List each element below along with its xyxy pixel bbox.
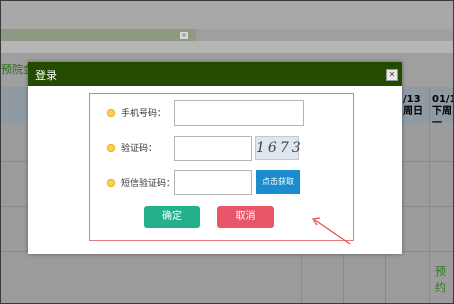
required-dot-icon <box>107 108 115 117</box>
background-date-column: 01/1 下周一 <box>432 94 453 130</box>
captcha-row-label: 验证码： <box>107 143 157 155</box>
cancel-button[interactable]: 取消 <box>217 206 274 228</box>
captcha-image[interactable]: 1673 <box>255 136 301 160</box>
sms-row-label: 短信验证码： <box>107 178 175 190</box>
captcha-input[interactable] <box>174 136 252 161</box>
phone-row-label: 手机号码： <box>107 108 166 120</box>
background-reserve-link: 预约 <box>435 265 446 294</box>
background-close-icon: × <box>180 32 188 39</box>
required-dot-icon <box>107 178 115 187</box>
background-top-area <box>1 1 453 29</box>
phone-label: 手机号码： <box>121 109 167 119</box>
background-date-weekday: 周日 <box>403 106 423 117</box>
dialog-header: 登录 ✕ <box>28 62 402 86</box>
background-date-weekday: 下周一 <box>432 106 452 129</box>
sms-label: 短信验证码： <box>121 179 176 189</box>
background-date-line: /13 <box>403 94 421 105</box>
required-dot-icon <box>107 143 115 152</box>
dialog-title: 登录 <box>35 69 57 82</box>
close-icon[interactable]: ✕ <box>386 69 398 81</box>
background-column-divider <box>429 87 430 303</box>
confirm-button[interactable]: 确定 <box>144 206 200 228</box>
phone-input[interactable] <box>174 100 304 126</box>
screen-frame: × 预院金 /13 周日 01/1 下周一 预约 登录 ✕ 手机号码： 验证码：… <box>0 0 454 304</box>
background-header-row <box>1 41 453 53</box>
get-sms-code-button[interactable]: 点击获取 <box>256 170 300 194</box>
background-date-line: 01/1 <box>432 94 453 105</box>
captcha-label: 验证码： <box>121 144 158 154</box>
background-strip <box>1 29 196 41</box>
login-dialog: 登录 ✕ 手机号码： 验证码： 1673 短信验证码： 点击获取 确定 取消 <box>28 62 402 254</box>
background-date-column: /13 周日 <box>403 94 423 118</box>
sms-code-input[interactable] <box>174 170 252 195</box>
